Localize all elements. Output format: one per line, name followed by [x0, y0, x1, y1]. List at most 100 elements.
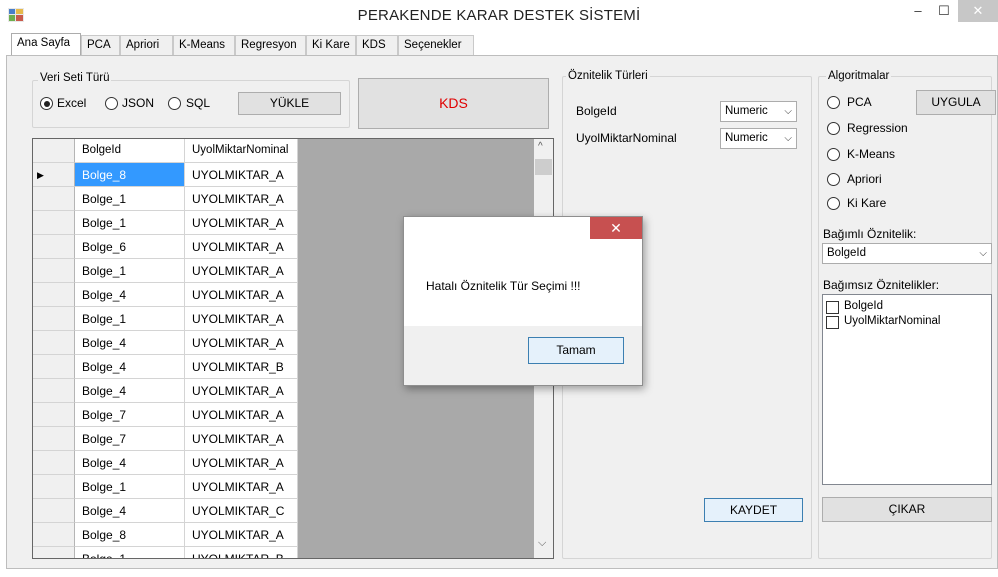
grid-row-header[interactable] [33, 475, 75, 499]
grid-row-header[interactable] [33, 355, 75, 379]
dependent-attribute-label: Bağımlı Öznitelik: [823, 227, 917, 241]
radio-sql[interactable] [168, 97, 181, 110]
grid-row-header[interactable] [33, 259, 75, 283]
tab-secenekler[interactable]: Seçenekler [398, 35, 474, 55]
grid-cell[interactable]: Bolge_6 [75, 235, 185, 259]
grid-row-header[interactable] [33, 211, 75, 235]
grid-cell[interactable]: Bolge_1 [75, 259, 185, 283]
grid-cell[interactable]: Bolge_8 [75, 523, 185, 547]
grid-cell[interactable]: Bolge_4 [75, 283, 185, 307]
grid-cell[interactable]: Bolge_4 [75, 355, 185, 379]
independent-attributes-list[interactable]: BolgeId UyolMiktarNominal [822, 294, 992, 485]
algorithms-legend: Algoritmalar [826, 70, 892, 82]
grid-cell[interactable]: UYOLMIKTAR_A [185, 523, 298, 547]
scroll-up-icon[interactable]: ^ [538, 141, 543, 152]
radio-excel[interactable] [40, 97, 53, 110]
grid-cell[interactable]: Bolge_7 [75, 403, 185, 427]
apply-button[interactable]: UYGULA [916, 90, 996, 115]
grid-cell[interactable]: UYOLMIKTAR_A [185, 451, 298, 475]
grid-cell[interactable]: Bolge_1 [75, 307, 185, 331]
tab-ki-kare[interactable]: Ki Kare [306, 35, 356, 55]
close-button[interactable]: ✕ [958, 0, 998, 22]
grid-row-header[interactable] [33, 403, 75, 427]
independent-item-label: BolgeId [844, 300, 884, 312]
grid-corner-header[interactable] [33, 139, 75, 163]
grid-cell[interactable]: Bolge_1 [75, 475, 185, 499]
grid-row-header[interactable] [33, 547, 75, 558]
grid-row-header[interactable]: ▶ [33, 163, 75, 187]
grid-row-header[interactable] [33, 427, 75, 451]
grid-row-header[interactable] [33, 523, 75, 547]
grid-row-header[interactable] [33, 331, 75, 355]
grid-cell[interactable]: UYOLMIKTAR_A [185, 379, 298, 403]
grid-row-header[interactable] [33, 283, 75, 307]
grid-cell[interactable]: UYOLMIKTAR_A [185, 211, 298, 235]
tab-regresyon[interactable]: Regresyon [235, 35, 306, 55]
remove-button[interactable]: ÇIKAR [822, 497, 992, 522]
grid-cell[interactable]: UYOLMIKTAR_A [185, 403, 298, 427]
tab-ana-sayfa[interactable]: Ana Sayfa [11, 33, 81, 56]
dialog-message: Hatalı Öznitelik Tür Seçimi !!! [426, 279, 581, 293]
radio-pca[interactable] [827, 96, 840, 109]
attribute-name-bolgeid: BolgeId [576, 104, 617, 118]
radio-ki-kare[interactable] [827, 197, 840, 210]
grid-cell[interactable]: UYOLMIKTAR_A [185, 475, 298, 499]
radio-json[interactable] [105, 97, 118, 110]
grid-row-header[interactable] [33, 235, 75, 259]
tab-k-means[interactable]: K-Means [173, 35, 235, 55]
grid-row-header[interactable] [33, 307, 75, 331]
ok-button[interactable]: Tamam [528, 337, 624, 364]
radio-json-label: JSON [122, 96, 155, 110]
independent-item-label: UyolMiktarNominal [844, 315, 941, 327]
attribute-type-select-uyolmiktar[interactable]: Numeric ⌵ [720, 128, 797, 149]
radio-k-means[interactable] [827, 148, 840, 161]
radio-ki-kare-label: Ki Kare [847, 196, 887, 210]
grid-cell[interactable]: UYOLMIKTAR_C [185, 499, 298, 523]
save-button[interactable]: KAYDET [704, 498, 803, 522]
scroll-thumb[interactable] [535, 159, 552, 175]
grid-row-header[interactable] [33, 379, 75, 403]
grid-cell[interactable]: UYOLMIKTAR_A [185, 259, 298, 283]
grid-column-header[interactable]: BolgeId [75, 139, 185, 163]
grid-cell[interactable]: Bolge_8 [75, 163, 185, 187]
grid-cell[interactable]: Bolge_1 [75, 211, 185, 235]
dependent-attribute-select[interactable]: BolgeId ⌵ [822, 243, 992, 264]
attribute-type-select-bolgeid[interactable]: Numeric ⌵ [720, 101, 797, 122]
grid-cell[interactable]: UYOLMIKTAR_A [185, 235, 298, 259]
tab-pca[interactable]: PCA [81, 35, 120, 55]
grid-cell[interactable]: UYOLMIKTAR_A [185, 163, 298, 187]
radio-regression[interactable] [827, 122, 840, 135]
radio-apriori[interactable] [827, 173, 840, 186]
minimize-button[interactable]: ‒ [905, 0, 931, 22]
grid-row-header[interactable] [33, 187, 75, 211]
window-title: PERAKENDE KARAR DESTEK SİSTEMİ [357, 7, 641, 24]
grid-cell[interactable]: Bolge_4 [75, 331, 185, 355]
checkbox-uyolmiktarnominal[interactable] [826, 316, 839, 329]
grid-cell[interactable]: UYOLMIKTAR_B [185, 547, 298, 558]
maximize-button[interactable]: ☐ [931, 0, 957, 22]
grid-cell[interactable]: Bolge_4 [75, 379, 185, 403]
grid-cell[interactable]: Bolge_7 [75, 427, 185, 451]
attribute-type-value: Numeric [725, 105, 768, 117]
tab-kds[interactable]: KDS [356, 35, 398, 55]
grid-row-header[interactable] [33, 451, 75, 475]
grid-cell[interactable]: UYOLMIKTAR_A [185, 331, 298, 355]
scroll-down-icon[interactable]: ⌵ [538, 537, 546, 550]
tab-apriori[interactable]: Apriori [120, 35, 173, 55]
grid-cell[interactable]: Bolge_4 [75, 451, 185, 475]
grid-column-header[interactable]: UyolMiktarNominal [185, 139, 298, 163]
radio-pca-label: PCA [847, 95, 872, 109]
grid-cell[interactable]: Bolge_4 [75, 499, 185, 523]
grid-cell[interactable]: UYOLMIKTAR_B [185, 355, 298, 379]
grid-cell[interactable]: UYOLMIKTAR_A [185, 187, 298, 211]
checkbox-bolgeid[interactable] [826, 301, 839, 314]
load-button[interactable]: YÜKLE [238, 92, 341, 115]
grid-cell[interactable]: UYOLMIKTAR_A [185, 427, 298, 451]
grid-cell[interactable]: UYOLMIKTAR_A [185, 307, 298, 331]
kds-button[interactable]: KDS [358, 78, 549, 129]
grid-cell[interactable]: Bolge_1 [75, 547, 185, 558]
dialog-close-button[interactable]: ✕ [590, 217, 642, 239]
grid-row-header[interactable] [33, 499, 75, 523]
grid-cell[interactable]: Bolge_1 [75, 187, 185, 211]
grid-cell[interactable]: UYOLMIKTAR_A [185, 283, 298, 307]
